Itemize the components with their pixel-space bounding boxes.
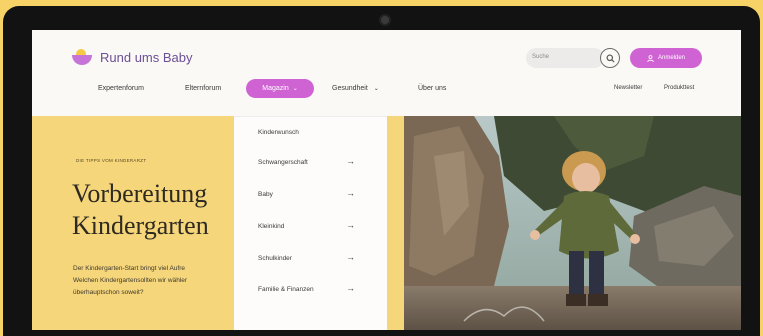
hero-photo-child-jumping [404,116,741,330]
menu-item-baby[interactable]: Baby [258,191,273,198]
laptop-frame: Rund ums Baby Suche Anmelden Expertenfor… [0,0,763,336]
search-input[interactable]: Suche [526,48,604,68]
hero-intro-line3: überhauptschon soweit? [73,289,144,296]
nav-elternforum[interactable]: Elternforum [185,85,221,92]
arrow-right-icon[interactable]: → [346,252,355,262]
nav-expertenforum[interactable]: Expertenforum [98,85,144,92]
hero-tagline: DIE TIPPS VOM KINDERARZT [76,158,147,163]
menu-item-familie-finanzen[interactable]: Familie & Finanzen [258,286,314,293]
login-button[interactable]: Anmelden [630,48,702,68]
nav-gesundheit[interactable]: Gesundheit ⌄ [332,85,379,92]
hero-intro-line1: Der Kindergarten-Start bringt viel Aufre [73,265,185,272]
site-logo[interactable]: Rund ums Baby [72,49,193,65]
chevron-down-icon: ⌄ [292,86,298,92]
nav-magazin[interactable]: Magazin ⌄ [246,79,314,98]
menu-item-schwangerschaft[interactable]: Schwangerschaft [258,159,308,166]
logo-icon [72,49,94,65]
hero-intro-text: Der Kindergarten-Start bringt viel Aufre… [73,263,238,299]
nav-newsletter[interactable]: Newsletter [614,85,642,91]
hero-headline: Vorbereitung Kindergarten [72,178,209,242]
login-label: Anmelden [657,55,686,61]
hero-headline-line2: Kindergarten [72,211,209,240]
arrow-right-icon[interactable]: → [346,283,355,293]
search-button[interactable] [600,48,620,68]
arrow-right-icon[interactable]: → [346,156,355,166]
arrow-right-icon[interactable]: → [346,220,355,230]
website-screen: Rund ums Baby Suche Anmelden Expertenfor… [32,30,741,330]
user-icon [647,54,654,62]
nav-ueber-uns[interactable]: Über uns [418,85,446,92]
menu-item-schulkinder[interactable]: Schulkinder [258,255,292,262]
hero-photo-illustration [404,116,741,330]
nav-produkttest[interactable]: Produkttest [664,85,694,91]
nav-magazin-label: Magazin [262,85,289,92]
menu-item-kleinkind[interactable]: Kleinkind [258,223,284,230]
site-header: Rund ums Baby Suche Anmelden Expertenfor… [32,30,741,116]
hero-headline-line1: Vorbereitung [72,179,208,208]
search-placeholder: Suche [532,54,550,60]
nav-gesundheit-label: Gesundheit [332,85,368,92]
menu-item-kinderwunsch[interactable]: Kinderwunsch [258,129,299,136]
magazin-dropdown-menu: Kinderwunsch Schwangerschaft → Baby → Kl… [234,116,387,330]
hero-panel-edge [387,116,404,330]
search-icon [605,53,615,63]
brand-name: Rund ums Baby [100,49,193,65]
webcam-icon [381,16,389,24]
hero-intro-line2: Welchen Kindergartensollten wir wähler [73,277,188,284]
chevron-down-icon: ⌄ [373,86,379,92]
arrow-right-icon[interactable]: → [346,188,355,198]
